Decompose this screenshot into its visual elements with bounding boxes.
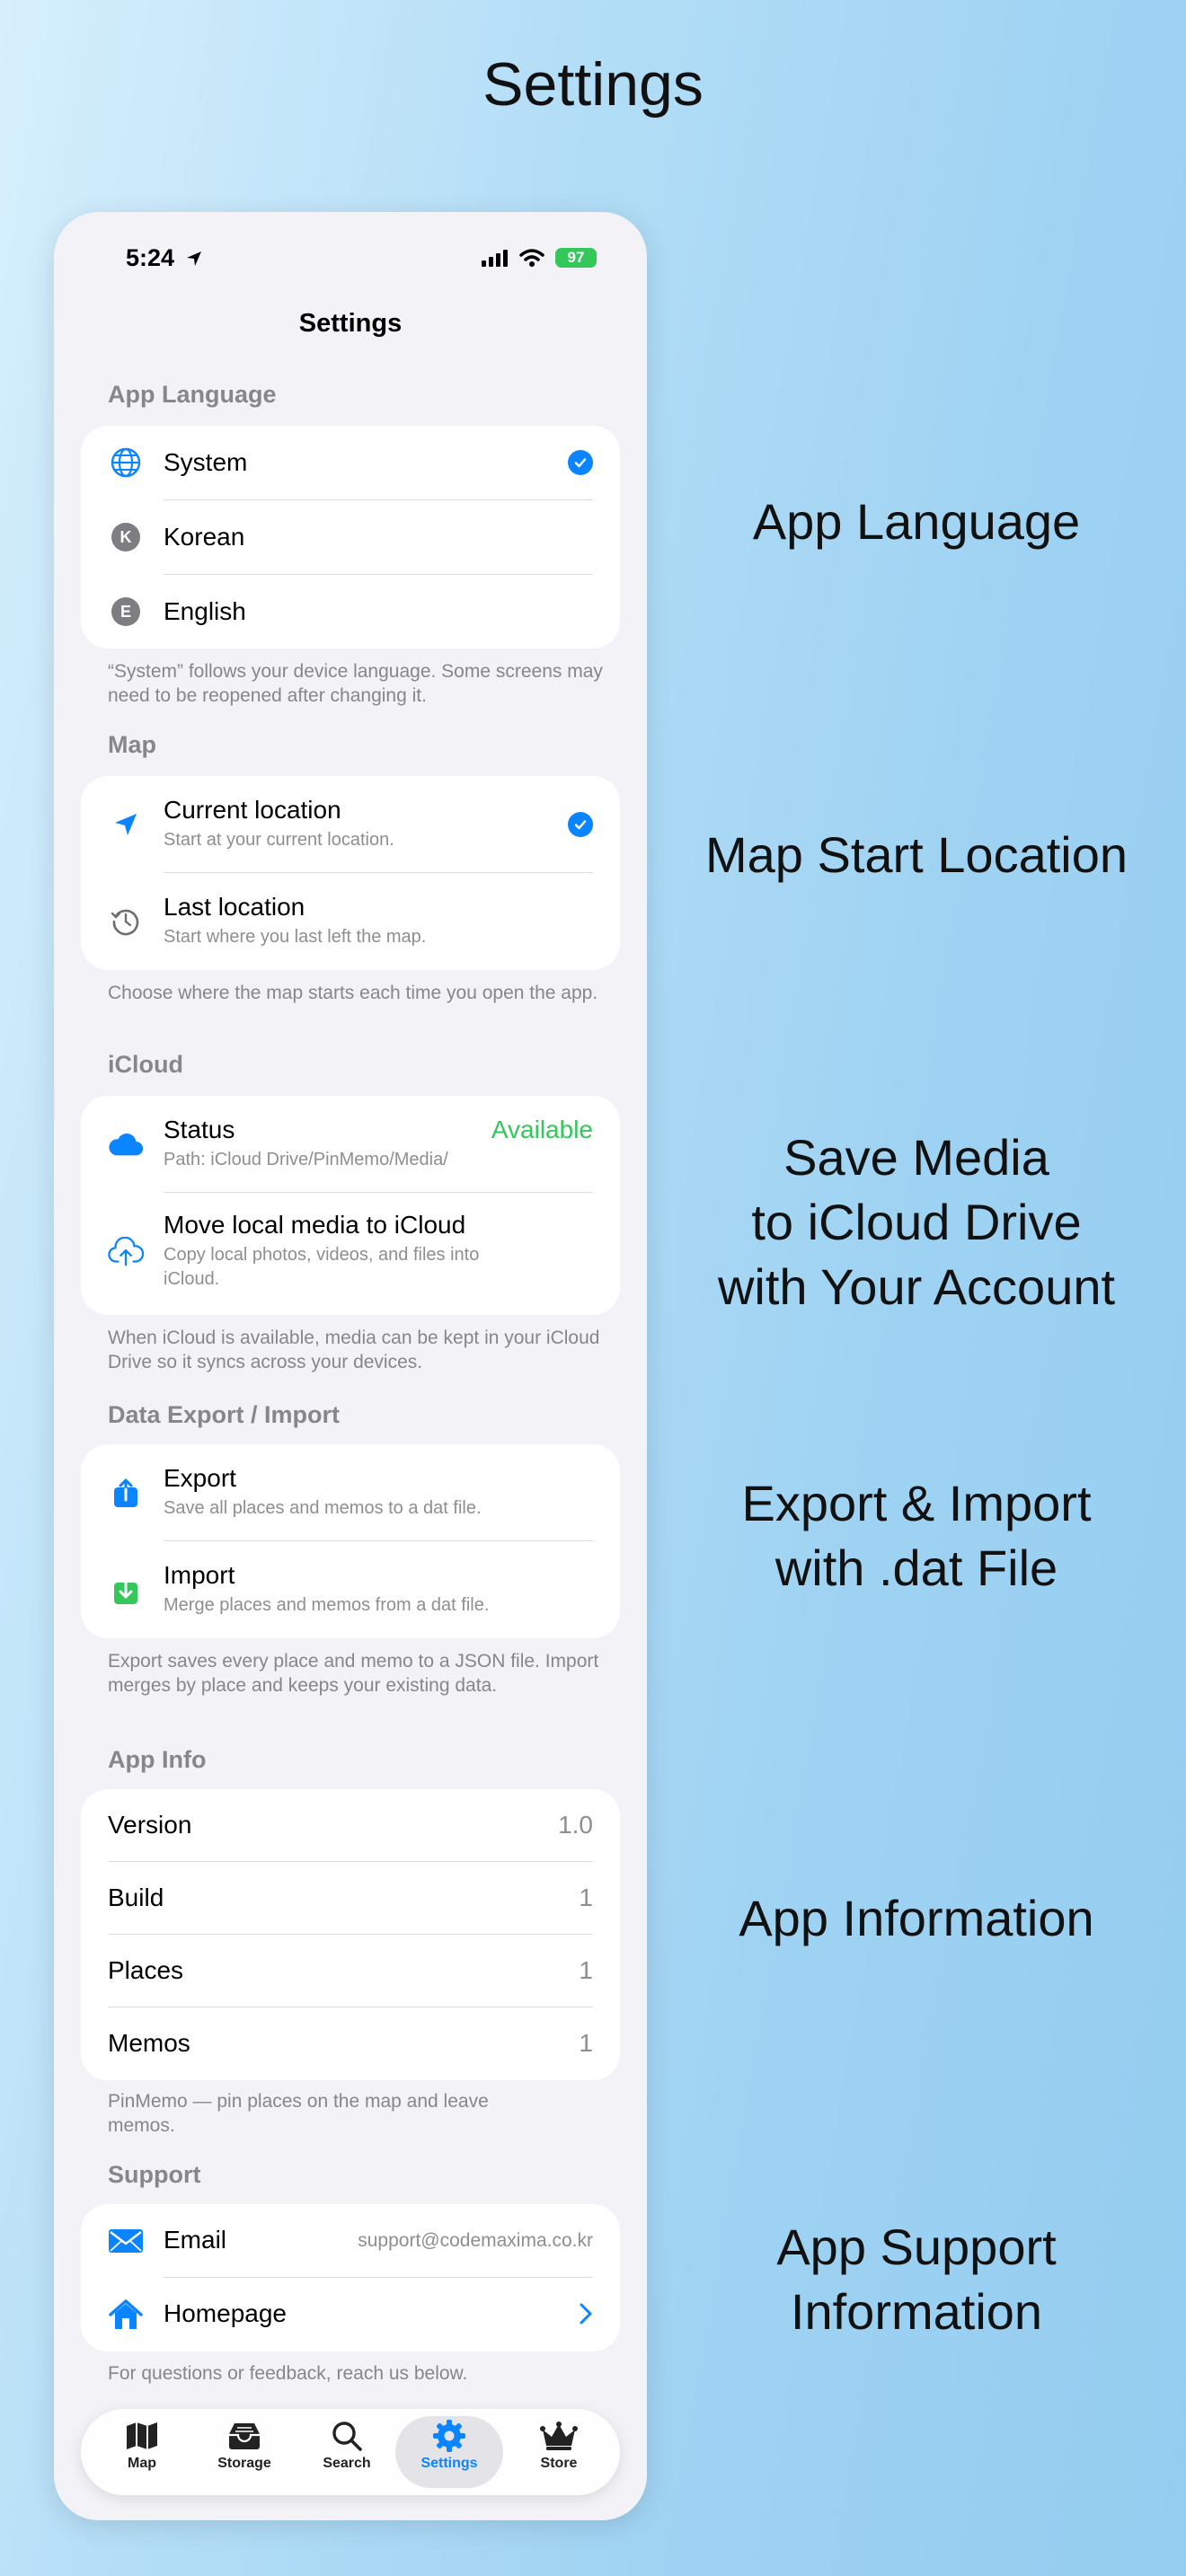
language-footer: “System” follows your device language. S… [108, 661, 603, 706]
support-homepage-link[interactable]: Homepage [81, 2278, 620, 2351]
map-card: Current location Start at your current l… [81, 776, 620, 970]
map-option-last-location[interactable]: Last location Start where you last left … [81, 873, 620, 970]
tab-search[interactable]: Search [293, 2416, 401, 2488]
support-card: Email support@codemaxima.co.kr Homepage [81, 2204, 620, 2351]
tab-settings[interactable]: Settings [395, 2416, 503, 2488]
support-email-value[interactable]: support@codemaxima.co.kr [358, 2230, 593, 2252]
map-option-current-location[interactable]: Current location Start at your current l… [81, 776, 620, 873]
battery-indicator: 97 [555, 248, 597, 268]
data-card: Export Save all places and memos to a da… [81, 1444, 620, 1638]
tab-bar: Map Storage Search Settings Store [81, 2409, 620, 2495]
language-option-korean[interactable]: K Korean [81, 500, 620, 575]
checkmark-icon [568, 450, 593, 475]
icloud-status-value: Available [491, 1116, 593, 1143]
section-header-icloud: iCloud [108, 1051, 183, 1078]
map-icon [88, 2416, 196, 2456]
language-card: System K Korean E English [81, 426, 620, 648]
section-header-map: Map [108, 731, 156, 758]
import-button[interactable]: Import Merge places and memos from a dat… [81, 1541, 620, 1638]
section-header-support: Support [108, 2161, 201, 2188]
icloud-card: Status Path: iCloud Drive/PinMemo/Media/… [81, 1096, 620, 1315]
caption-info: App Information [739, 1890, 1094, 1946]
caption-support: App Support Information [776, 2219, 1057, 2340]
tab-store[interactable]: Store [505, 2416, 613, 2488]
chevron-right-icon [579, 2302, 593, 2330]
letter-k-icon: K [108, 519, 144, 555]
language-option-system[interactable]: System [81, 426, 620, 500]
app-info-footer: PinMemo — pin places on the map and leav… [108, 2091, 489, 2136]
export-button[interactable]: Export Save all places and memos to a da… [81, 1444, 620, 1541]
globe-icon [108, 445, 144, 481]
page-title: Settings [482, 50, 704, 119]
wifi-icon [519, 249, 544, 267]
letter-e-icon: E [108, 594, 144, 630]
caption-icloud: Save Media to iCloud Drive with Your Acc… [717, 1129, 1116, 1315]
section-header-app-info: App Info [108, 1746, 207, 1773]
search-icon [293, 2416, 401, 2456]
checkmark-icon [568, 812, 593, 837]
icloud-footer: When iCloud is available, media can be k… [108, 1328, 600, 1372]
info-row-version: Version 1.0 [81, 1789, 620, 1862]
info-row-places: Places 1 [81, 1935, 620, 2007]
tray-icon [190, 2416, 298, 2456]
caption-language: App Language [752, 493, 1081, 550]
data-footer: Export saves every place and memo to a J… [108, 1651, 599, 1696]
location-arrow-icon [186, 251, 201, 266]
gear-icon [395, 2416, 503, 2456]
cloud-icon [108, 1126, 144, 1162]
support-email-row[interactable]: Email support@codemaxima.co.kr [81, 2204, 620, 2278]
app-info-card: Version 1.0 Build 1 Places 1 Memos 1 [81, 1789, 620, 2080]
caption-export: Export & Import with .dat File [741, 1475, 1092, 1596]
tab-storage[interactable]: Storage [190, 2416, 298, 2488]
phone-screen: 5:24 97 Settings App Language System K K… [54, 212, 647, 2520]
location-arrow-icon [108, 807, 144, 842]
cloud-upload-icon [108, 1234, 144, 1270]
language-option-english[interactable]: E English [81, 575, 620, 648]
import-icon [108, 1572, 144, 1608]
house-icon [108, 2297, 144, 2333]
status-time: 5:24 [126, 244, 203, 272]
history-clock-icon [108, 904, 144, 940]
caption-map: Map Start Location [704, 826, 1128, 883]
info-row-build: Build 1 [81, 1862, 620, 1935]
section-header-language: App Language [108, 381, 277, 408]
tab-map[interactable]: Map [88, 2416, 196, 2488]
crown-icon [505, 2416, 613, 2456]
support-footer: For questions or feedback, reach us belo… [108, 2363, 468, 2384]
status-bar: 5:24 97 [54, 244, 647, 289]
export-icon [108, 1475, 144, 1511]
info-row-memos: Memos 1 [108, 2029, 593, 2057]
section-header-data: Data Export / Import [108, 1401, 341, 1428]
envelope-icon [108, 2223, 144, 2259]
cellular-signal-icon [482, 250, 508, 267]
map-footer: Choose where the map starts each time yo… [108, 983, 598, 1003]
move-media-to-icloud-button[interactable]: Move local media to iCloud Copy local ph… [81, 1193, 620, 1315]
nav-title: Settings [298, 309, 403, 338]
icloud-status-row: Status Path: iCloud Drive/PinMemo/Media/… [81, 1096, 620, 1193]
